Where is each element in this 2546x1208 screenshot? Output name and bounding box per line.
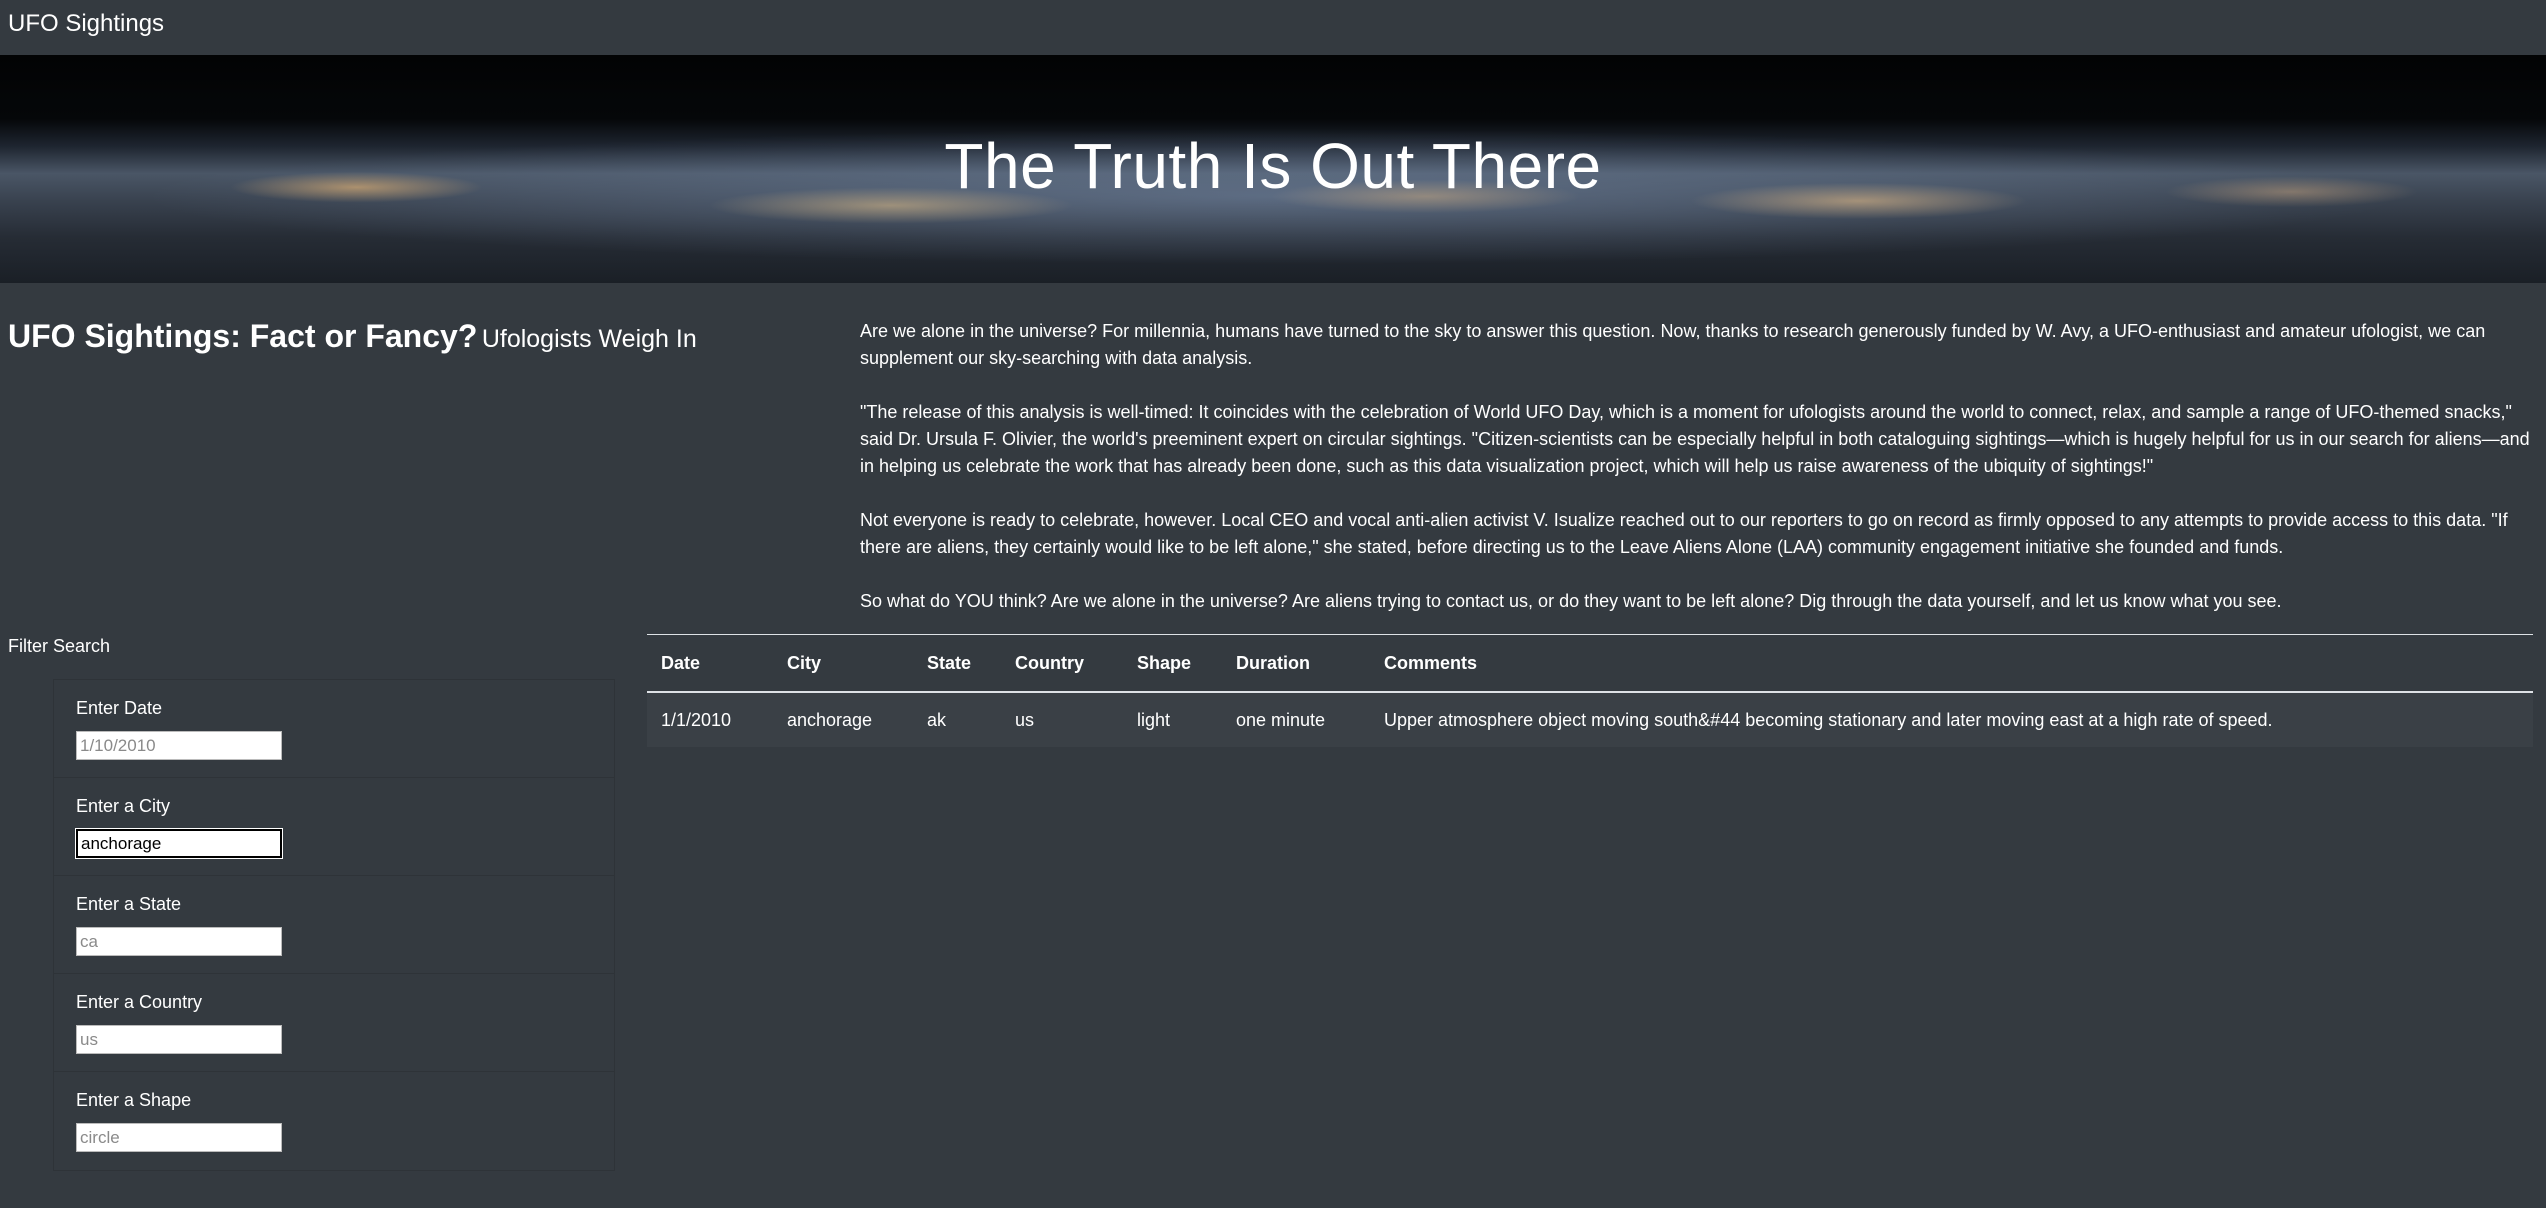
article-paragraph: Are we alone in the universe? For millen…	[860, 321, 2486, 368]
filter-item-date: Enter Date	[54, 680, 614, 778]
filter-item-state: Enter a State	[54, 876, 614, 974]
filter-city-label: Enter a City	[76, 796, 171, 816]
state-input[interactable]	[76, 927, 282, 956]
cell-comments: Upper atmosphere object moving south&#44…	[1370, 692, 2533, 747]
article-paragraph: "The release of this analysis is well-ti…	[860, 402, 2530, 476]
filter-country-label: Enter a Country	[76, 992, 203, 1012]
article-paragraph: So what do YOU think? Are we alone in th…	[860, 591, 2282, 611]
table-header-row: Date City State Country Shape Duration C…	[647, 634, 2533, 693]
cell-city: anchorage	[773, 692, 913, 747]
column-header-comments: Comments	[1370, 634, 2533, 693]
ufo-table-container: Date City State Country Shape Duration C…	[647, 634, 2533, 747]
filter-shape-label: Enter a Shape	[76, 1090, 192, 1110]
filter-list: Enter Date Enter a City Enter a State En…	[53, 679, 615, 1171]
lead-heading: UFO Sightings: Fact or Fancy? Ufologists…	[8, 318, 808, 355]
navbar: UFO Sightings	[0, 0, 2546, 55]
article-body: Are we alone in the universe? For millen…	[860, 318, 2530, 642]
article-paragraph: Not everyone is ready to celebrate, howe…	[860, 510, 2508, 557]
column-header-shape: Shape	[1123, 634, 1222, 693]
cell-shape: light	[1123, 692, 1222, 747]
cell-state: ak	[913, 692, 1001, 747]
filter-search-heading: Filter Search	[8, 636, 111, 656]
lead-subtitle: Ufologists Weigh In	[481, 325, 697, 353]
column-header-country: Country	[1001, 634, 1123, 693]
column-header-city: City	[773, 634, 913, 693]
column-header-state: State	[913, 634, 1001, 693]
cell-date: 1/1/2010	[647, 692, 773, 747]
city-input[interactable]	[76, 829, 282, 858]
shape-input[interactable]	[76, 1123, 282, 1152]
filter-item-city: Enter a City	[54, 778, 614, 876]
ufo-table: Date City State Country Shape Duration C…	[647, 634, 2533, 747]
column-header-date: Date	[647, 634, 773, 693]
hero-title: The Truth Is Out There	[944, 130, 1602, 202]
column-header-duration: Duration	[1222, 634, 1370, 693]
filter-item-shape: Enter a Shape	[54, 1072, 614, 1169]
cell-country: us	[1001, 692, 1123, 747]
filter-state-label: Enter a State	[76, 894, 182, 914]
filter-date-label: Enter Date	[76, 698, 163, 718]
country-input[interactable]	[76, 1025, 282, 1054]
brand-link[interactable]: UFO Sightings	[8, 10, 164, 38]
filter-item-country: Enter a Country	[54, 974, 614, 1072]
lead-title: UFO Sightings: Fact or Fancy?	[8, 318, 478, 354]
date-input[interactable]	[76, 731, 282, 760]
hero-banner: The Truth Is Out There	[0, 55, 2546, 283]
table-row: 1/1/2010 anchorage ak us light one minut…	[647, 692, 2533, 747]
cell-duration: one minute	[1222, 692, 1370, 747]
